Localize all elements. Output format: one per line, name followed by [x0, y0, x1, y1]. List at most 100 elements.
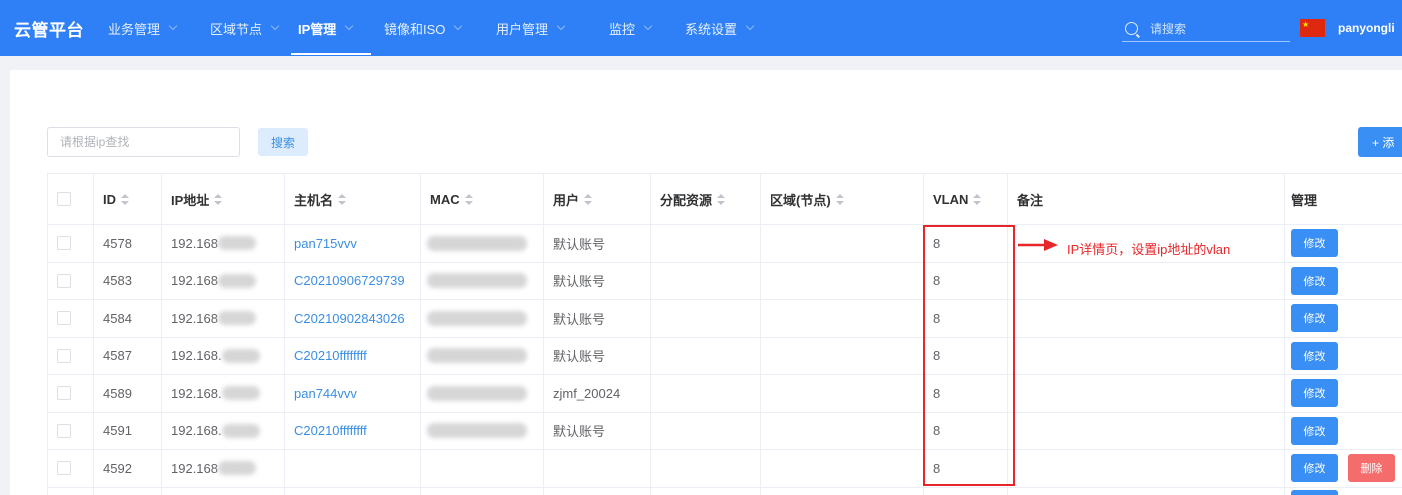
select-all-checkbox[interactable] — [57, 192, 71, 206]
redacted-ip-suffix — [218, 273, 256, 288]
row-checkbox[interactable] — [57, 348, 71, 363]
global-search-input[interactable] — [1150, 17, 1288, 41]
sort-caret-icon[interactable] — [835, 193, 844, 205]
nav-item-business[interactable]: 业务管理 — [108, 0, 178, 56]
cell-mac — [421, 487, 544, 495]
cell-id: 4583 — [94, 262, 162, 300]
cell-hostname — [285, 450, 421, 488]
cell-manage: 修改 — [1285, 413, 1402, 450]
redacted-ip-suffix — [221, 386, 260, 401]
delete-button[interactable]: 删除 — [1348, 454, 1395, 483]
edit-button[interactable]: 修改 — [1291, 416, 1338, 445]
edit-button[interactable]: 修改 — [1291, 229, 1338, 258]
cell-user: 默认账号 — [544, 300, 651, 338]
ip-search-input[interactable] — [47, 127, 240, 157]
ip-text: 192.168. — [171, 423, 222, 439]
nav-item-monitoring[interactable]: 监控 — [609, 0, 653, 56]
header-ip[interactable]: IP地址 — [162, 173, 285, 225]
edit-button[interactable]: 修改 — [1291, 379, 1338, 408]
hostname-link[interactable]: pan744vvv — [294, 386, 357, 401]
edit-button[interactable]: 修改 — [1291, 304, 1338, 333]
row-checkbox[interactable] — [57, 461, 71, 476]
table-row: 4591 192.168. C20210ffffffff 默认账号 8 修改 — [47, 412, 1402, 450]
cell-hostname: C20210ffffffff — [285, 337, 421, 375]
sort-caret-icon[interactable] — [214, 193, 223, 205]
row-checkbox[interactable] — [57, 423, 71, 438]
cell-region — [761, 412, 924, 450]
hostname-link[interactable]: C20210906729739 — [294, 273, 405, 288]
vlan-highlight-box — [923, 225, 1015, 486]
row-checkbox[interactable] — [57, 236, 71, 251]
user-text: 默认账号 — [553, 236, 606, 252]
cell-remark — [1008, 300, 1285, 338]
header-vlan[interactable]: VLAN — [924, 173, 1008, 225]
cell-resource — [651, 300, 761, 338]
sort-caret-icon[interactable] — [717, 193, 726, 205]
add-button[interactable]: + 添 — [1358, 127, 1402, 157]
nav-item-system-settings[interactable]: 系统设置 — [685, 0, 755, 56]
redacted-ip-suffix — [221, 348, 260, 363]
hostname-link[interactable]: pan715vvv — [294, 236, 357, 251]
redacted-mac — [427, 348, 527, 364]
header-hostname[interactable]: 主机名 — [285, 173, 421, 225]
brand-logo[interactable]: 云管平台 — [14, 0, 84, 56]
header-user[interactable]: 用户 — [544, 173, 651, 225]
nav-item-ip-management[interactable]: IP管理 — [298, 0, 354, 56]
header-label: 区域(节点) — [770, 192, 831, 208]
cell-hostname: pan744vvv — [285, 375, 421, 413]
header-mac[interactable]: MAC — [421, 173, 544, 225]
header-label: VLAN — [933, 191, 969, 207]
edit-button[interactable]: 修改 — [1291, 266, 1338, 295]
row-select-cell — [47, 337, 94, 375]
chevron-down-icon — [745, 21, 755, 31]
hostname-link[interactable]: C20210ffffffff — [294, 423, 367, 438]
edit-button-partial[interactable] — [1291, 489, 1338, 495]
header-label: 管理 — [1291, 192, 1318, 208]
edit-button[interactable]: 修改 — [1291, 454, 1338, 483]
sort-caret-icon[interactable] — [121, 193, 129, 205]
row-select-cell — [47, 262, 94, 300]
header-remark: 备注 — [1008, 173, 1285, 225]
nav-item-user-management[interactable]: 用户管理 — [496, 0, 566, 56]
sort-caret-icon[interactable] — [584, 193, 593, 205]
cell-remark — [1008, 412, 1285, 450]
chevron-down-icon — [556, 21, 566, 31]
cell-mac — [421, 450, 544, 488]
edit-button[interactable]: 修改 — [1291, 341, 1338, 370]
id-text: 4592 — [103, 460, 132, 476]
cell-remark — [1008, 262, 1285, 300]
nav-item-region-nodes[interactable]: 区域节点 — [210, 0, 280, 56]
hostname-link[interactable]: C20210902843026 — [294, 311, 405, 326]
header-region[interactable]: 区域(节点) — [761, 173, 924, 225]
header-resource[interactable]: 分配资源 — [651, 173, 761, 225]
row-select-cell — [47, 412, 94, 450]
cell-region — [761, 262, 924, 300]
search-button[interactable]: 搜索 — [258, 128, 308, 156]
cell-hostname: C20210906729739 — [285, 262, 421, 300]
china-flag-icon[interactable]: ★ — [1300, 19, 1325, 37]
row-checkbox[interactable] — [57, 273, 71, 288]
row-checkbox[interactable] — [57, 311, 71, 326]
table-row: 4584 192.168 C20210902843026 默认账号 8 修改 — [47, 300, 1402, 338]
ip-text: 192.168 — [171, 235, 218, 251]
sort-caret-icon[interactable] — [464, 193, 473, 205]
annotation-text: IP详情页，设置ip地址的vlan — [1067, 242, 1231, 257]
ip-text: 192.168. — [171, 385, 222, 401]
hostname-link[interactable]: C20210ffffffff — [294, 348, 367, 363]
nav-item-label: 镜像和ISO — [384, 21, 446, 37]
sort-caret-icon[interactable] — [973, 193, 982, 205]
username[interactable]: panyongli — [1338, 0, 1395, 56]
cell-mac — [421, 412, 544, 450]
search-icon[interactable] — [1125, 22, 1138, 35]
redacted-ip-suffix — [218, 311, 256, 326]
header-id[interactable]: ID — [94, 173, 162, 225]
cell-manage: 修改 — [1285, 225, 1402, 263]
sort-caret-icon[interactable] — [338, 193, 347, 205]
table-row: 4589 192.168. pan744vvv zjmf_20024 8 修改 — [47, 375, 1402, 413]
cell-user: 默认账号 — [544, 225, 651, 263]
page: 云管平台 业务管理 区域节点 IP管理 镜像和ISO 用户管理 监控 系统设置 — [0, 0, 1402, 495]
row-checkbox[interactable] — [57, 386, 71, 401]
cell-manage: 修改 — [1285, 338, 1402, 375]
user-text: 默认账号 — [553, 349, 606, 365]
nav-item-images-iso[interactable]: 镜像和ISO — [384, 0, 463, 56]
